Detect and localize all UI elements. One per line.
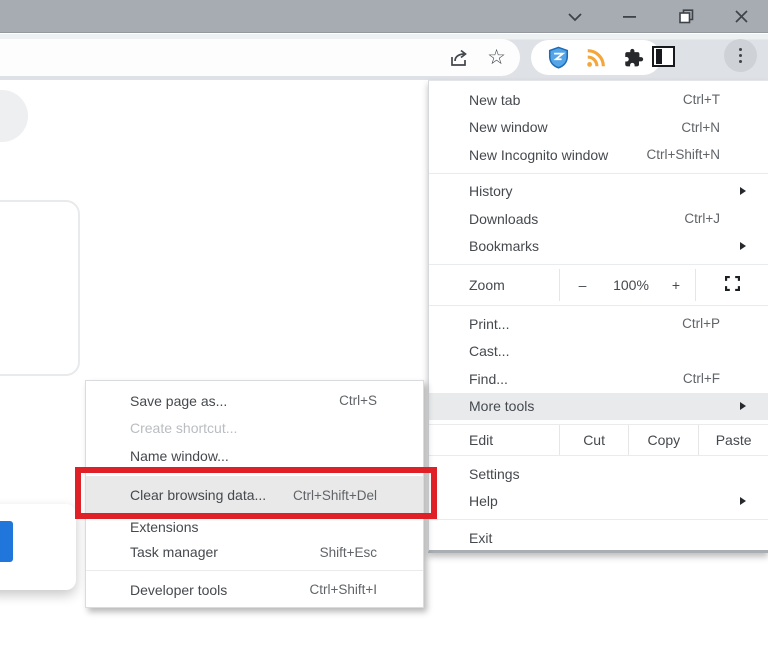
window-chevron-button[interactable] <box>552 0 598 33</box>
side-panel-bar <box>656 49 662 64</box>
menu-item-label: Bookmarks <box>469 238 539 254</box>
titlebar <box>0 0 768 33</box>
chevron-down-icon <box>567 12 583 22</box>
menu-item-bookmarks[interactable]: Bookmarks <box>429 233 768 261</box>
edit-label: Edit <box>429 425 559 455</box>
submenu-arrow-icon <box>740 242 746 250</box>
menu-item-label: Find... <box>469 371 508 387</box>
cut-button[interactable]: Cut <box>559 425 629 455</box>
submenu-item-label: Task manager <box>130 544 218 560</box>
submenu-item-label: Create shortcut... <box>130 420 237 436</box>
restore-button[interactable] <box>663 0 709 33</box>
browser-menu: New tab Ctrl+T New window Ctrl+N New Inc… <box>428 80 768 553</box>
menu-item-shortcut: Ctrl+Shift+N <box>646 147 720 162</box>
close-button[interactable] <box>718 0 764 33</box>
menu-zoom-row: Zoom – 100% + <box>429 269 768 301</box>
page-card-outline <box>0 200 80 376</box>
menu-item-label: Cast... <box>469 343 509 359</box>
submenu-item-save-page-as[interactable]: Save page as... Ctrl+S <box>86 387 423 415</box>
menu-item-history[interactable]: History <box>429 178 768 206</box>
menu-item-label: Help <box>469 493 498 509</box>
submenu-item-label: Developer tools <box>130 582 227 598</box>
menu-item-label: New window <box>469 119 548 135</box>
menu-item-label: Exit <box>469 530 492 546</box>
menu-item-label: Downloads <box>469 211 538 227</box>
fullscreen-icon <box>725 276 740 294</box>
page-skeleton-blob <box>0 90 28 142</box>
close-icon <box>735 10 748 23</box>
menu-item-shortcut: Ctrl+N <box>681 120 720 135</box>
menu-item-label: More tools <box>469 398 534 414</box>
submenu-item-task-manager[interactable]: Task manager Shift+Esc <box>86 539 423 567</box>
submenu-item-developer-tools[interactable]: Developer tools Ctrl+Shift+I <box>86 576 423 604</box>
extensions-pill <box>531 40 661 75</box>
fullscreen-button[interactable] <box>696 269 768 301</box>
side-panel-icon[interactable] <box>652 46 675 67</box>
page-blue-element <box>0 521 13 562</box>
menu-item-shortcut: Ctrl+F <box>683 371 720 386</box>
submenu-item-create-shortcut: Create shortcut... <box>86 415 423 443</box>
menu-dot <box>739 54 743 58</box>
menu-separator <box>429 519 768 520</box>
zoom-in-button[interactable]: + <box>657 269 695 301</box>
menu-item-label: New tab <box>469 92 520 108</box>
zoom-label: Zoom <box>429 269 559 301</box>
menu-item-shortcut: Ctrl+T <box>683 92 720 107</box>
zoom-out-button[interactable]: – <box>560 269 605 301</box>
menu-item-more-tools[interactable]: More tools <box>429 393 768 421</box>
menu-item-new-incognito-window[interactable]: New Incognito window Ctrl+Shift+N <box>429 141 768 169</box>
menu-item-label: History <box>469 183 513 199</box>
browser-window: ☆ New tab Ctrl+T New window C <box>0 0 768 647</box>
minimize-icon <box>623 15 637 19</box>
submenu-item-shortcut: Ctrl+Shift+I <box>309 582 377 597</box>
submenu-item-name-window[interactable]: Name window... <box>86 442 423 470</box>
copy-button[interactable]: Copy <box>628 425 698 455</box>
menu-dot <box>739 48 743 52</box>
submenu-item-label: Save page as... <box>130 393 227 409</box>
menu-separator <box>429 305 768 306</box>
menu-item-cast[interactable]: Cast... <box>429 338 768 366</box>
minimize-button[interactable] <box>607 0 653 33</box>
menu-separator <box>429 264 768 265</box>
paste-button[interactable]: Paste <box>698 425 768 455</box>
shield-extension-icon[interactable] <box>548 46 569 69</box>
menu-item-help[interactable]: Help <box>429 488 768 516</box>
share-icon[interactable] <box>449 48 471 68</box>
menu-item-exit[interactable]: Exit <box>429 524 768 552</box>
submenu-item-label: Extensions <box>130 519 198 535</box>
submenu-arrow-icon <box>740 187 746 195</box>
menu-item-shortcut: Ctrl+P <box>682 316 720 331</box>
menu-item-new-tab[interactable]: New tab Ctrl+T <box>429 86 768 114</box>
menu-item-shortcut: Ctrl+J <box>684 211 720 226</box>
menu-item-settings[interactable]: Settings <box>429 460 768 488</box>
extensions-puzzle-icon[interactable] <box>624 48 644 68</box>
menu-item-label: Settings <box>469 466 520 482</box>
address-bar[interactable]: ☆ <box>0 39 520 76</box>
menu-item-print[interactable]: Print... Ctrl+P <box>429 310 768 338</box>
browser-menu-button[interactable] <box>724 39 757 72</box>
menu-item-label: Print... <box>469 316 509 332</box>
submenu-item-shortcut: Ctrl+S <box>339 393 377 408</box>
submenu-arrow-icon <box>740 402 746 410</box>
menu-item-new-window[interactable]: New window Ctrl+N <box>429 114 768 142</box>
menu-separator <box>429 173 768 174</box>
menu-edit-row: Edit Cut Copy Paste <box>429 424 768 456</box>
submenu-separator <box>86 570 423 571</box>
menu-item-find[interactable]: Find... Ctrl+F <box>429 365 768 393</box>
red-highlight-annotation <box>75 467 437 519</box>
submenu-item-shortcut: Shift+Esc <box>320 545 377 560</box>
menu-item-label: New Incognito window <box>469 147 608 163</box>
submenu-arrow-icon <box>740 497 746 505</box>
zoom-level-value: 100% <box>605 269 657 301</box>
menu-item-downloads[interactable]: Downloads Ctrl+J <box>429 205 768 233</box>
submenu-item-label: Name window... <box>130 448 229 464</box>
browser-toolbar: ☆ <box>0 34 768 80</box>
menu-dot <box>739 60 743 64</box>
bookmark-star-icon[interactable]: ☆ <box>487 47 506 68</box>
rss-extension-icon[interactable] <box>585 47 607 69</box>
restore-icon <box>679 9 694 24</box>
